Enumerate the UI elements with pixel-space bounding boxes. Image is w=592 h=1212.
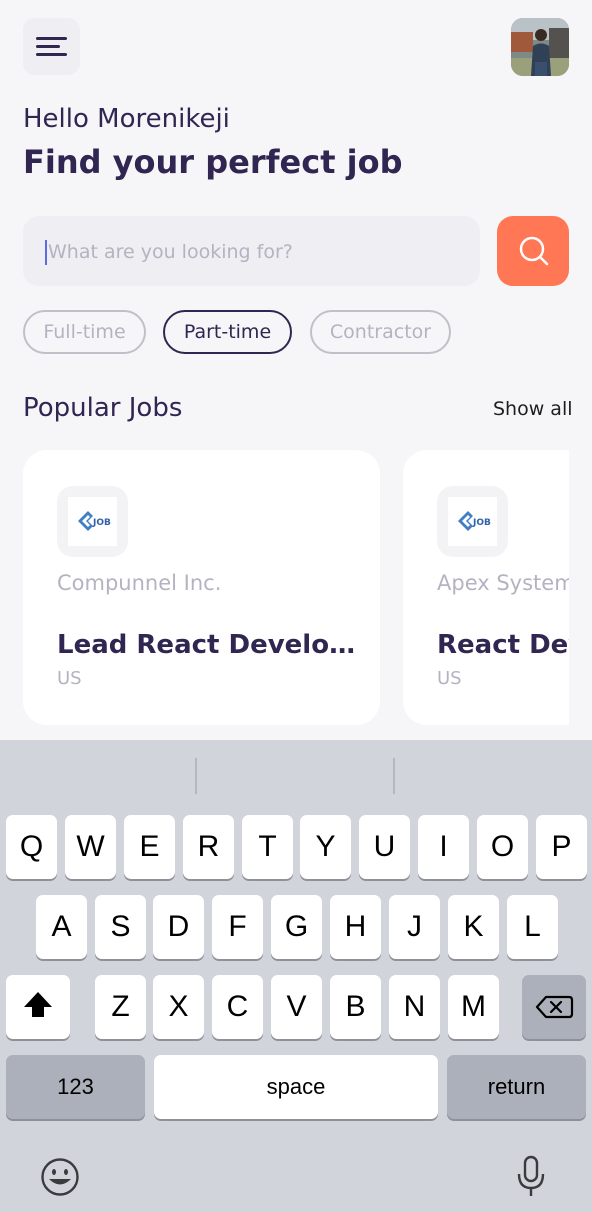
job-logo-icon: JOB [458, 511, 491, 531]
company-name: Apex Systems [437, 571, 569, 595]
space-key[interactable]: space [154, 1055, 438, 1119]
job-location: US [437, 668, 462, 689]
backspace-icon [535, 995, 574, 1019]
job-title: Lead React Develop... [57, 630, 357, 660]
emoji-icon [41, 1158, 79, 1196]
key-b[interactable]: B [330, 975, 381, 1039]
job-logo-icon: JOB [78, 511, 111, 531]
search-field[interactable] [23, 216, 480, 288]
key-g[interactable]: G [271, 895, 322, 959]
company-logo: JOB [57, 486, 128, 557]
tab-part-time[interactable]: Part-time [163, 310, 292, 354]
on-screen-keyboard: Q W E R T Y U I O P A S D F G H J K L Z … [0, 740, 592, 1212]
emoji-button[interactable] [40, 1157, 80, 1201]
key-r[interactable]: R [183, 815, 234, 879]
key-t[interactable]: T [242, 815, 293, 879]
key-f[interactable]: F [212, 895, 263, 959]
key-j[interactable]: J [389, 895, 440, 959]
profile-photo [511, 18, 569, 76]
key-u[interactable]: U [359, 815, 410, 879]
numbers-key[interactable]: 123 [6, 1055, 145, 1119]
search-icon [519, 236, 549, 266]
key-v[interactable]: V [271, 975, 322, 1039]
company-logo: JOB [437, 486, 508, 557]
tab-contractor[interactable]: Contractor [310, 310, 451, 354]
key-c[interactable]: C [212, 975, 263, 1039]
section-title: Popular Jobs [23, 393, 183, 423]
key-l[interactable]: L [507, 895, 558, 959]
key-m[interactable]: M [448, 975, 499, 1039]
suggestion-divider [195, 758, 197, 794]
key-q[interactable]: Q [6, 815, 57, 879]
key-e[interactable]: E [124, 815, 175, 879]
key-h[interactable]: H [330, 895, 381, 959]
job-title: React Developer [437, 630, 569, 660]
job-card[interactable]: JOB Compunnel Inc. Lead React Develop...… [23, 450, 380, 725]
key-p[interactable]: P [536, 815, 587, 879]
greeting-text: Hello Morenikeji [23, 104, 230, 134]
key-n[interactable]: N [389, 975, 440, 1039]
key-d[interactable]: D [153, 895, 204, 959]
return-key[interactable]: return [447, 1055, 586, 1119]
show-all-link[interactable]: Show all [493, 398, 573, 420]
popular-jobs-carousel[interactable]: JOB Compunnel Inc. Lead React Develop...… [23, 450, 569, 725]
key-s[interactable]: S [95, 895, 146, 959]
key-o[interactable]: O [477, 815, 528, 879]
menu-button[interactable] [23, 18, 80, 75]
avatar[interactable] [511, 18, 569, 76]
search-button[interactable] [497, 216, 569, 286]
key-w[interactable]: W [65, 815, 116, 879]
search-input[interactable] [46, 216, 470, 288]
key-x[interactable]: X [153, 975, 204, 1039]
key-a[interactable]: A [36, 895, 87, 959]
dictation-button[interactable] [515, 1154, 547, 1204]
svg-text:JOB: JOB [92, 518, 111, 528]
microphone-icon [517, 1155, 545, 1196]
job-location: US [57, 668, 82, 689]
page-title: Find your perfect job [23, 143, 403, 181]
key-y[interactable]: Y [300, 815, 351, 879]
key-k[interactable]: K [448, 895, 499, 959]
tab-full-time[interactable]: Full-time [23, 310, 146, 354]
key-z[interactable]: Z [95, 975, 146, 1039]
suggestion-divider [393, 758, 395, 794]
shift-key[interactable] [6, 975, 70, 1039]
key-i[interactable]: I [418, 815, 469, 879]
svg-text:JOB: JOB [472, 518, 491, 528]
backspace-key[interactable] [522, 975, 586, 1039]
shift-icon [24, 992, 52, 1017]
job-card[interactable]: JOB Apex Systems React Developer US [403, 450, 569, 725]
company-name: Compunnel Inc. [57, 571, 222, 595]
